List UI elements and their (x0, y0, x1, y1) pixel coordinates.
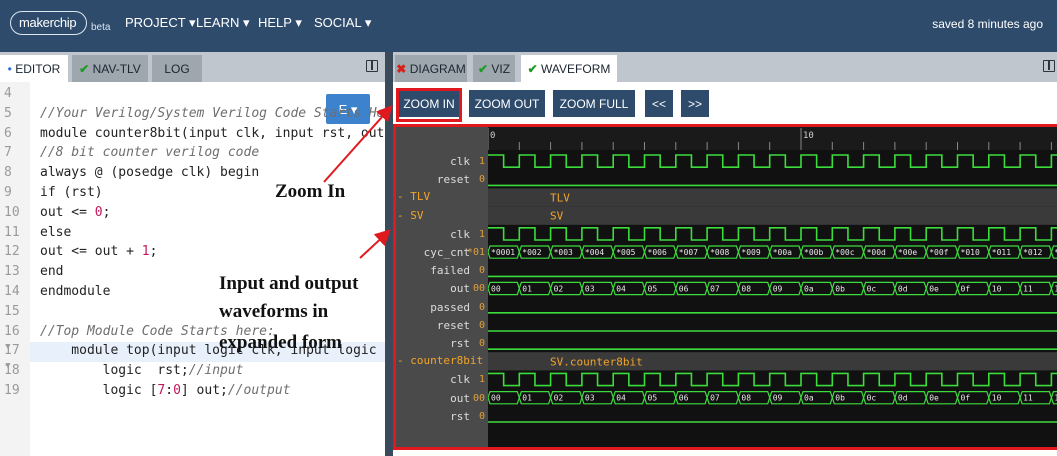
editor-tab-row: • EDITOR ✔ NAV-TLV LOG (0, 52, 385, 82)
zoom-full-button[interactable]: ZOOM FULL (553, 90, 635, 117)
code-line[interactable]: endmodule (40, 284, 110, 299)
line-number: 8 (4, 165, 12, 181)
menu-learn[interactable]: LEARN ▾ (196, 15, 250, 31)
line-number: 7 (4, 145, 12, 161)
tab-nav-tlv[interactable]: ✔ NAV-TLV (72, 55, 148, 82)
beta-label: beta (91, 22, 111, 33)
tab-waveform[interactable]: ✔ WAVEFORM (521, 55, 617, 82)
makerchip-logo[interactable]: makerchip (10, 11, 87, 35)
tab-waveform-label: WAVEFORM (541, 62, 611, 76)
line-number: 18 (4, 363, 20, 379)
viewer-tab-row: ✖ DIAGRAM ✔ VIZ ✔ WAVEFORM (393, 52, 1057, 82)
check-icon: ✔ (477, 62, 489, 76)
zoom-in-annotation: Zoom In (275, 181, 346, 202)
waveform-annotation-line-3: expanded form (219, 332, 342, 353)
scroll-right-button[interactable]: >> (681, 90, 709, 117)
code-line[interactable]: module counter8bit(input clk, input rst,… (40, 126, 385, 141)
zoom-in-highlight-box (396, 88, 462, 122)
line-number: 19 (4, 383, 20, 398)
tab-viz[interactable]: ✔ VIZ (473, 55, 515, 82)
tab-log[interactable]: LOG (152, 55, 202, 82)
waveform-annotation-line-2: waveforms in (219, 301, 329, 322)
line-number: 6 (4, 125, 12, 141)
line-number: 13 (4, 264, 20, 280)
code-line[interactable]: always @ (posedge clk) begin (40, 165, 259, 180)
panel-toggle-icon[interactable] (1043, 60, 1055, 72)
check-icon: ✔ (527, 62, 538, 76)
line-number: 4 (4, 86, 12, 101)
code-line[interactable]: out <= 0; (40, 205, 110, 220)
top-bar: makerchip beta PROJECT ▾ LEARN ▾ HELP ▾ … (0, 0, 1057, 52)
error-x-icon: ✖ (396, 62, 407, 76)
pane-splitter[interactable] (385, 52, 393, 456)
save-status: saved 8 minutes ago (932, 17, 1043, 31)
code-line[interactable]: if (rst) (40, 185, 103, 200)
code-line[interactable]: out <= out + 1; (40, 244, 157, 259)
line-number: 5 (4, 105, 12, 121)
code-line[interactable]: logic rst;//input (40, 363, 244, 378)
menu-project[interactable]: PROJECT ▾ (125, 15, 196, 31)
tab-diagram-label: DIAGRAM (409, 62, 466, 76)
line-number: 12 (4, 244, 20, 260)
code-line[interactable]: end (40, 264, 63, 279)
tab-viz-label: VIZ (491, 62, 511, 76)
tab-editor[interactable]: • EDITOR (0, 55, 68, 82)
line-number: 9 (4, 185, 12, 200)
waveform-highlight-box (393, 124, 1057, 450)
tab-diagram[interactable]: ✖ DIAGRAM (395, 55, 467, 82)
tab-nav-tlv-label: NAV-TLV (92, 62, 141, 76)
tab-log-label: LOG (164, 62, 190, 76)
waveform-toolbar: ZOOM IN ZOOM OUT ZOOM FULL << >> (393, 82, 1057, 122)
panel-toggle-icon[interactable] (366, 60, 378, 72)
waveform-annotation-line-1: Input and output (219, 273, 359, 294)
line-number: 11 (4, 224, 20, 240)
tab-editor-label: EDITOR (15, 62, 61, 76)
line-number: 14 (4, 284, 20, 299)
code-line[interactable]: logic [7:0] out;//output (40, 383, 291, 398)
code-line[interactable]: else (40, 225, 71, 240)
scroll-left-button[interactable]: << (645, 90, 673, 117)
check-icon: ✔ (79, 62, 90, 76)
zoom-out-button[interactable]: ZOOM OUT (469, 90, 545, 117)
code-editor[interactable]: E ▾ 4 5//Your Verilog/System Verilog Code… (0, 82, 385, 456)
modified-dot-icon: • (7, 62, 12, 76)
line-number: 10 (4, 204, 20, 220)
code-line[interactable]: //8 bit counter verilog code (40, 145, 259, 160)
line-number: 15 (4, 303, 20, 319)
code-line[interactable]: //Your Verilog/System Verilog Code Start… (40, 106, 385, 121)
menu-help[interactable]: HELP ▾ (258, 15, 302, 31)
menu-social[interactable]: SOCIAL ▾ (314, 15, 371, 31)
